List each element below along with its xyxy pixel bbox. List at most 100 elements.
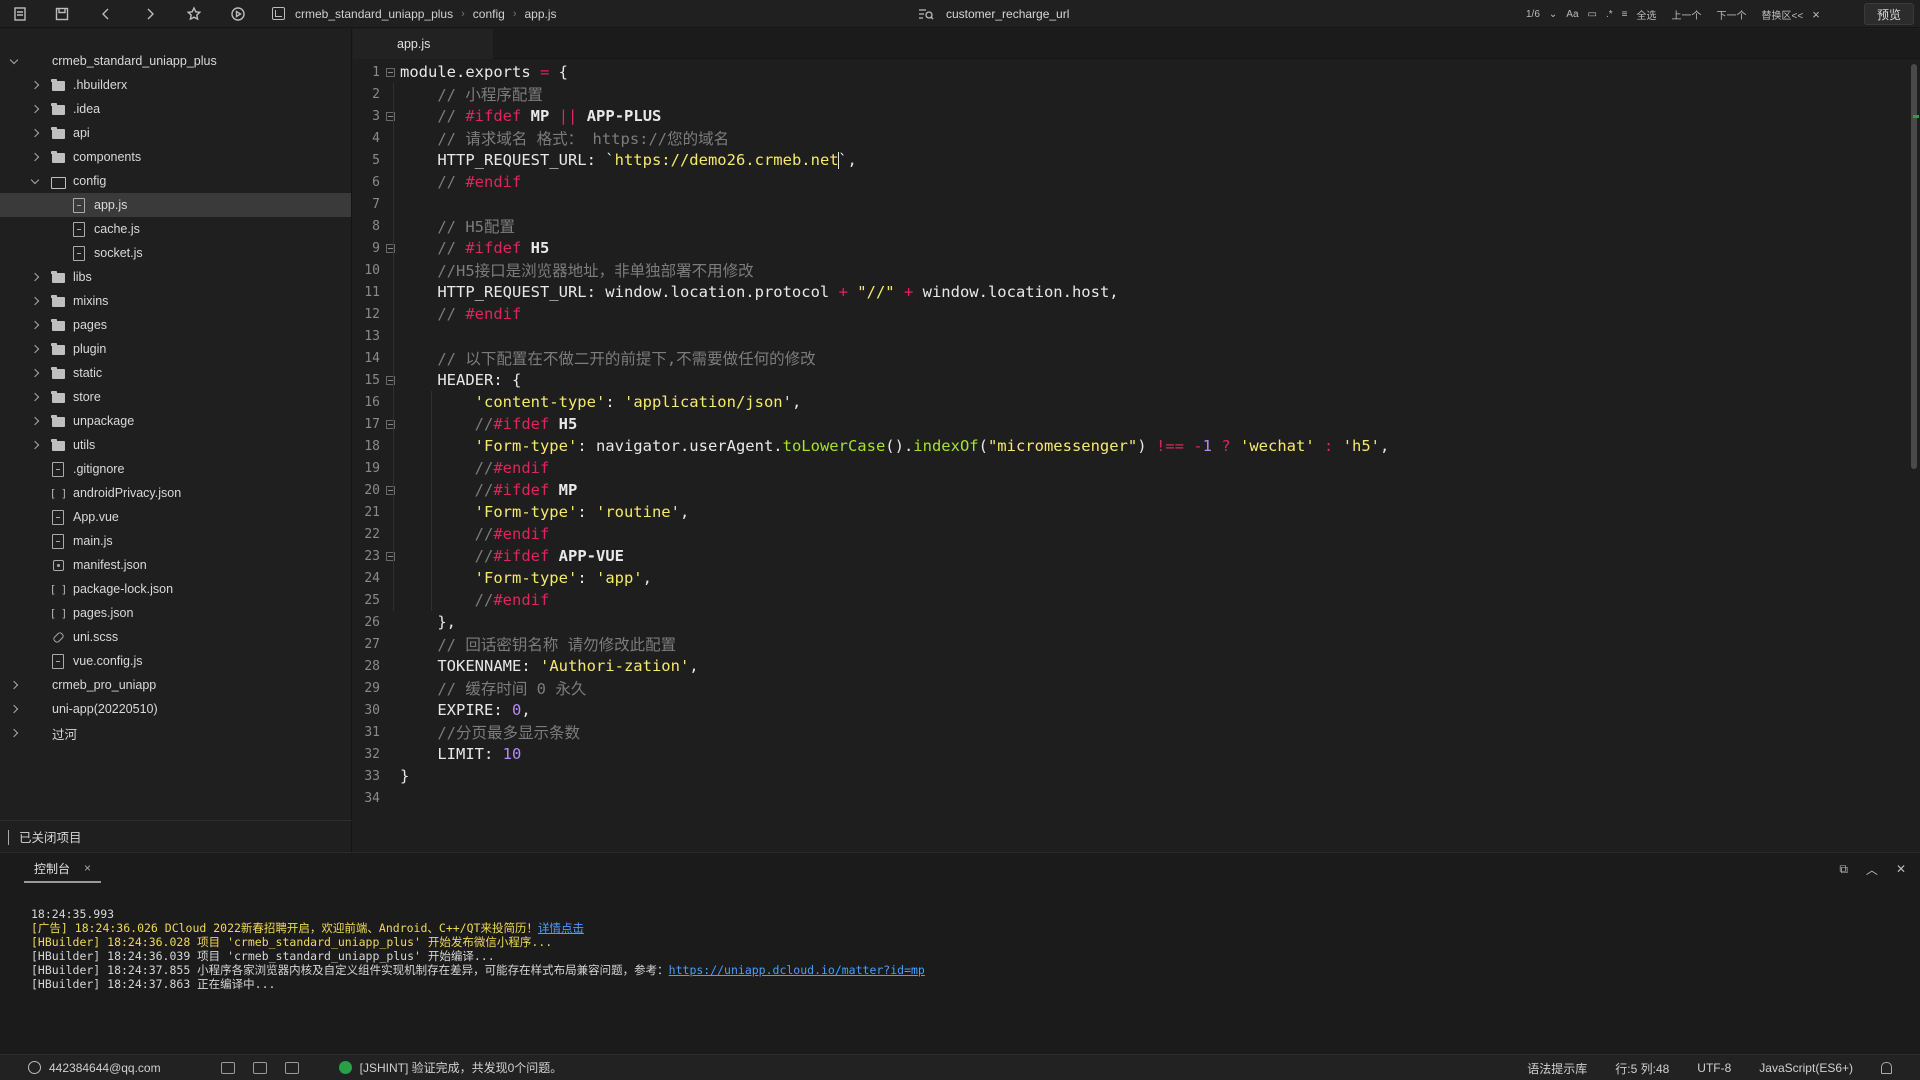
code-editor[interactable]: 1 module.exports = {2 // 小程序配置 3 // #ifdef… — [353, 59, 1920, 852]
tree-item[interactable]: config — [0, 169, 351, 193]
find-box[interactable]: customer_recharge_url — [918, 0, 1069, 28]
close-icon[interactable]: × — [84, 861, 91, 875]
chevron-right-icon[interactable] — [29, 289, 41, 313]
cursor-position[interactable]: 行:5 列:48 — [1615, 1060, 1669, 1077]
chevron-down-icon[interactable] — [8, 49, 20, 73]
close-find-icon[interactable]: × — [1812, 7, 1820, 22]
tab-console[interactable]: 控制台 × — [24, 855, 102, 883]
tree-item[interactable]: unpackage — [0, 409, 351, 433]
regex-icon[interactable]: .* — [1606, 9, 1613, 20]
tree-item[interactable]: .idea — [0, 97, 351, 121]
new-file-icon[interactable] — [0, 0, 40, 28]
breadcrumb-item[interactable]: crmeb_standard_uniapp_plus — [295, 7, 453, 21]
closed-projects-section[interactable]: 已关闭项目 — [0, 820, 352, 852]
fold-toggle-icon[interactable] — [380, 376, 400, 385]
bell-icon[interactable] — [1881, 1062, 1892, 1074]
outline-icon[interactable] — [220, 1061, 235, 1074]
tree-item[interactable]: utils — [0, 433, 351, 457]
chevron-right-icon[interactable] — [29, 313, 41, 337]
prev-match-button[interactable]: 上一个 — [1672, 7, 1702, 22]
line-number: 7 — [372, 196, 380, 212]
chevron-right-icon[interactable] — [8, 721, 20, 745]
tree-item[interactable]: cache.js — [0, 217, 351, 241]
chevron-right-icon[interactable] — [29, 361, 41, 385]
tree-item[interactable]: vue.config.js — [0, 649, 351, 673]
chevron-down-icon[interactable]: ⌄ — [1549, 9, 1557, 20]
tree-item[interactable]: components — [0, 145, 351, 169]
tree-item[interactable]: main.js — [0, 529, 351, 553]
tree-item[interactable]: static — [0, 361, 351, 385]
tree-item[interactable]: app.js — [0, 193, 351, 217]
tree-item[interactable]: crmeb_standard_uniapp_plus — [0, 49, 351, 73]
back-icon[interactable] — [84, 0, 128, 28]
star-icon[interactable] — [172, 0, 216, 28]
chevron-right-icon[interactable] — [29, 409, 41, 433]
chevron-right-icon[interactable] — [29, 265, 41, 289]
fold-toggle-icon[interactable] — [380, 112, 400, 121]
tree-item[interactable]: App.vue — [0, 505, 351, 529]
tree-item[interactable]: crmeb_pro_uniapp — [0, 673, 351, 697]
folder-open-icon — [50, 174, 66, 189]
chevron-right-icon[interactable] — [29, 97, 41, 121]
tree-item[interactable]: [ ] package-lock.json — [0, 577, 351, 601]
tree-item[interactable]: uni-app(20220510) — [0, 697, 351, 721]
chevron-right-icon[interactable] — [29, 433, 41, 457]
tree-item[interactable]: 过河 — [0, 721, 351, 745]
select-all-button[interactable]: 全选 — [1637, 7, 1657, 22]
chevron-right-icon[interactable] — [29, 121, 41, 145]
chevron-up-icon[interactable]: ︿ — [1866, 861, 1878, 878]
chevron-right-icon[interactable] — [8, 673, 20, 697]
chevron-right-icon[interactable] — [8, 697, 20, 721]
forward-icon[interactable] — [128, 0, 172, 28]
browser-icon[interactable] — [284, 1061, 299, 1074]
chevron-down-icon[interactable] — [29, 169, 41, 193]
tab-app-js[interactable]: app.js — [353, 29, 493, 59]
language-mode[interactable]: JavaScript(ES6+) — [1759, 1061, 1853, 1075]
tree-item-label: 过河 — [52, 727, 78, 742]
tree-item[interactable]: pages — [0, 313, 351, 337]
preview-button[interactable]: 预览 — [1864, 3, 1914, 25]
tree-item[interactable]: .hbuilderx — [0, 73, 351, 97]
tree-item[interactable]: libs — [0, 265, 351, 289]
next-match-button[interactable]: 下一个 — [1717, 7, 1747, 22]
chevron-right-icon[interactable] — [29, 145, 41, 169]
fold-toggle-icon[interactable] — [380, 552, 400, 561]
find-input[interactable]: customer_recharge_url — [946, 7, 1069, 21]
vertical-scrollbar[interactable] — [1911, 64, 1917, 469]
tree-item[interactable]: mixins — [0, 289, 351, 313]
clear-console-icon[interactable]: ✕ — [1896, 862, 1906, 876]
syntax-library[interactable]: 语法提示库 — [1527, 1060, 1587, 1077]
terminal-icon[interactable] — [252, 1061, 267, 1074]
replace-toggle-button[interactable]: 替换区<< — [1762, 7, 1804, 22]
run-icon[interactable] — [216, 0, 260, 28]
tree-item[interactable]: api — [0, 121, 351, 145]
save-icon[interactable] — [40, 0, 84, 28]
match-case-toggle[interactable]: Aa — [1566, 9, 1578, 20]
fold-toggle-icon[interactable] — [380, 486, 400, 495]
tree-item[interactable]: store — [0, 385, 351, 409]
breadcrumb-item[interactable]: config — [473, 7, 505, 21]
fold-toggle-icon[interactable] — [380, 244, 400, 253]
tree-item[interactable]: plugin — [0, 337, 351, 361]
whole-word-icon[interactable]: ▭ — [1588, 9, 1597, 20]
chevron-right-icon[interactable] — [29, 73, 41, 97]
selection-icon[interactable]: ≡ — [1622, 9, 1628, 20]
code-token: // 小程序配置 — [437, 86, 543, 104]
log-link[interactable]: https://uniapp.dcloud.io/matter?id=mp — [669, 963, 925, 977]
export-icon[interactable]: ⧉ — [1839, 862, 1848, 877]
tree-item[interactable]: .gitignore — [0, 457, 351, 481]
encoding[interactable]: UTF-8 — [1697, 1061, 1731, 1075]
tree-item[interactable]: uni.scss — [0, 625, 351, 649]
fold-toggle-icon[interactable] — [380, 68, 400, 77]
tree-item[interactable]: [ ] androidPrivacy.json — [0, 481, 351, 505]
log-link[interactable]: 详情点击 — [538, 921, 584, 935]
jshint-status[interactable]: [JSHINT] 验证完成，共发现0个问题。 — [360, 1059, 563, 1076]
chevron-right-icon[interactable] — [29, 385, 41, 409]
account-label[interactable]: 442384644@qq.com — [49, 1061, 161, 1075]
breadcrumb-item[interactable]: app.js — [524, 7, 556, 21]
tree-item[interactable]: manifest.json — [0, 553, 351, 577]
fold-toggle-icon[interactable] — [380, 420, 400, 429]
tree-item[interactable]: socket.js — [0, 241, 351, 265]
tree-item[interactable]: [ ] pages.json — [0, 601, 351, 625]
chevron-right-icon[interactable] — [29, 337, 41, 361]
